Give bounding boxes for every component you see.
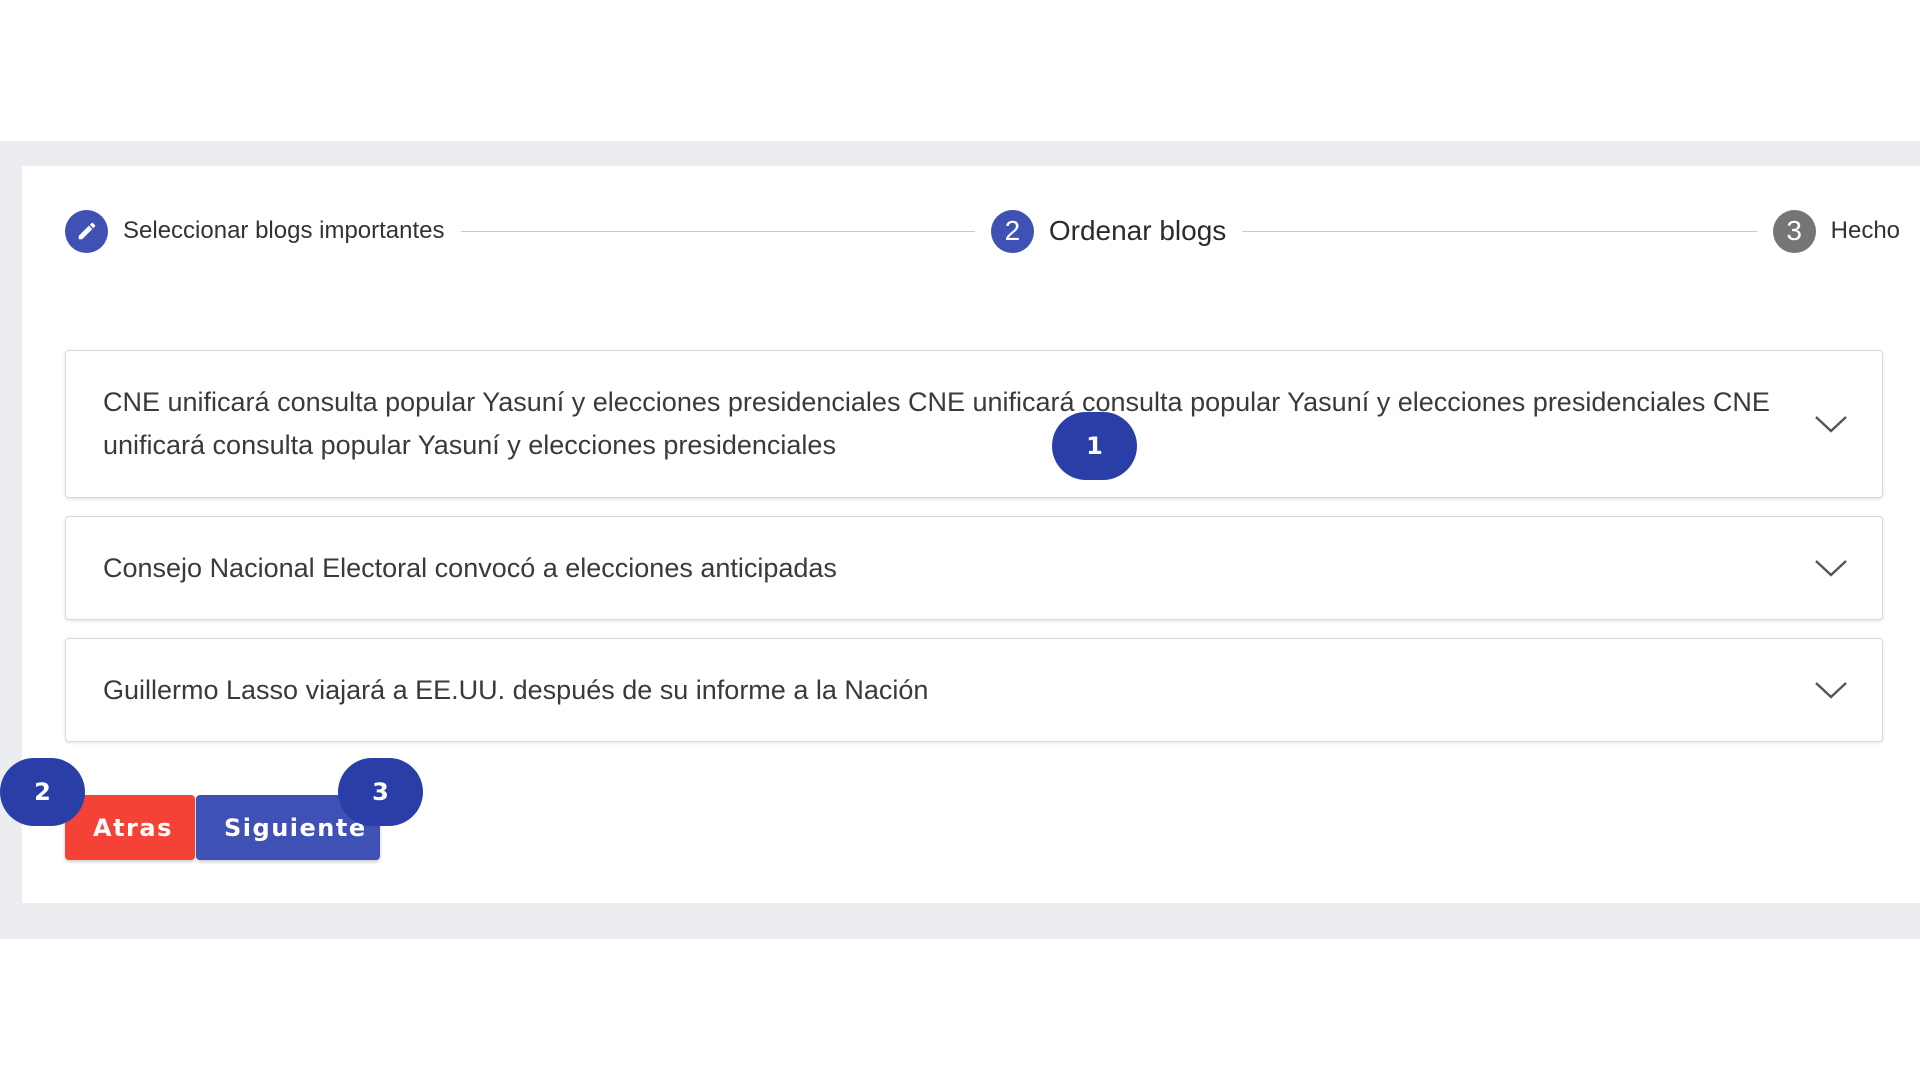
blog-panel-title: Guillermo Lasso viajará a EE.UU. después… <box>103 674 929 705</box>
blog-panel-title: CNE unificará consulta popular Yasuní y … <box>103 387 1770 460</box>
annotation-marker-3: 3 <box>338 758 423 826</box>
step-select-blogs[interactable]: Seleccionar blogs importantes <box>65 209 445 253</box>
step-done[interactable]: 3 Hecho <box>1772 209 1901 253</box>
step-order-blogs[interactable]: 2 Ordenar blogs <box>990 209 1227 253</box>
annotation-marker-1: 1 <box>1052 412 1137 480</box>
pencil-icon <box>65 209 108 253</box>
stepper: Seleccionar blogs importantes 2 Ordenar … <box>65 209 1900 253</box>
step-connector <box>1242 230 1757 232</box>
blog-panel[interactable]: CNE unificará consulta popular Yasuní y … <box>65 350 1883 498</box>
step-label: Seleccionar blogs importantes <box>123 217 445 244</box>
chevron-down-icon[interactable] <box>1814 680 1848 700</box>
back-button[interactable]: Atras <box>65 795 195 860</box>
blog-panel-title: Consejo Nacional Electoral convocó a ele… <box>103 552 837 583</box>
stepper-card: Seleccionar blogs importantes 2 Ordenar … <box>22 166 1920 903</box>
stepper-actions: Atras Siguiente <box>65 795 380 860</box>
step-number-badge: 3 <box>1772 209 1816 253</box>
blog-panel-list: CNE unificará consulta popular Yasuní y … <box>65 350 1883 760</box>
step-connector <box>460 230 975 232</box>
annotation-marker-2: 2 <box>0 758 85 826</box>
blog-panel[interactable]: Consejo Nacional Electoral convocó a ele… <box>65 516 1883 620</box>
chevron-down-icon[interactable] <box>1814 414 1848 434</box>
step-number-badge: 2 <box>990 209 1034 253</box>
chevron-down-icon[interactable] <box>1814 558 1848 578</box>
step-label: Hecho <box>1830 217 1901 244</box>
blog-panel[interactable]: Guillermo Lasso viajará a EE.UU. después… <box>65 638 1883 742</box>
step-label: Ordenar blogs <box>1048 215 1227 246</box>
